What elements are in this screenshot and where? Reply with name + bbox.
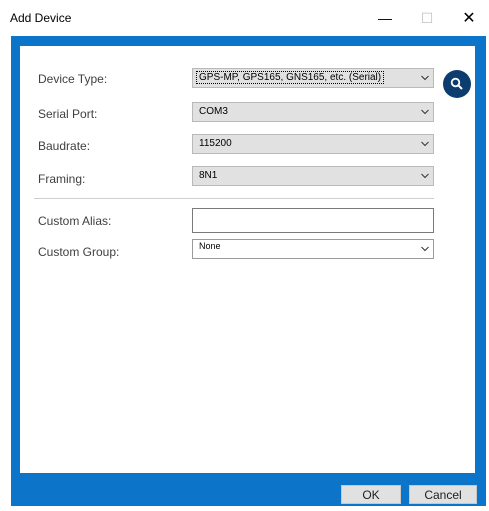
search-button[interactable] <box>443 70 471 98</box>
device-type-value: GPS-MP, GPS165, GNS165, etc. (Serial) <box>196 71 385 84</box>
serial-port-value: COM3 <box>199 106 228 117</box>
baudrate-label: Baudrate: <box>38 139 91 153</box>
search-icon <box>450 77 463 90</box>
framing-select[interactable]: 8N1 <box>192 166 434 186</box>
custom-group-select[interactable]: None <box>192 239 434 259</box>
device-type-select[interactable]: GPS-MP, GPS165, GNS165, etc. (Serial) <box>192 68 434 88</box>
minimize-icon: — <box>378 10 392 26</box>
serial-port-label: Serial Port: <box>38 107 98 121</box>
minimize-button[interactable]: — <box>365 0 405 36</box>
custom-alias-label: Custom Alias: <box>38 214 112 228</box>
chevron-down-icon <box>421 173 429 179</box>
title-bar[interactable]: Add Device — ☐ ✕ <box>0 0 489 36</box>
ok-button[interactable]: OK <box>341 485 401 504</box>
window-title: Add Device <box>10 11 72 25</box>
framing-value: 8N1 <box>199 170 218 181</box>
baudrate-value: 115200 <box>199 138 232 149</box>
divider <box>34 198 434 199</box>
form-panel: Device Type: GPS-MP, GPS165, GNS165, etc… <box>20 46 475 473</box>
chevron-down-icon <box>421 246 429 252</box>
custom-group-value: None <box>199 241 221 251</box>
serial-port-select[interactable]: COM3 <box>192 102 434 122</box>
cancel-button[interactable]: Cancel <box>409 485 477 504</box>
custom-alias-input[interactable] <box>192 208 434 233</box>
chevron-down-icon <box>421 109 429 115</box>
baudrate-select[interactable]: 115200 <box>192 134 434 154</box>
framing-label: Framing: <box>38 172 86 186</box>
close-icon: ✕ <box>462 10 476 27</box>
maximize-button: ☐ <box>407 0 447 36</box>
custom-group-label: Custom Group: <box>38 245 120 259</box>
close-button[interactable]: ✕ <box>449 0 489 36</box>
chevron-down-icon <box>421 75 429 81</box>
chevron-down-icon <box>421 141 429 147</box>
maximize-icon: ☐ <box>420 9 434 26</box>
device-type-label: Device Type: <box>38 72 108 86</box>
add-device-dialog: Add Device — ☐ ✕ Device Type: GPS-MP, GP… <box>0 0 489 511</box>
